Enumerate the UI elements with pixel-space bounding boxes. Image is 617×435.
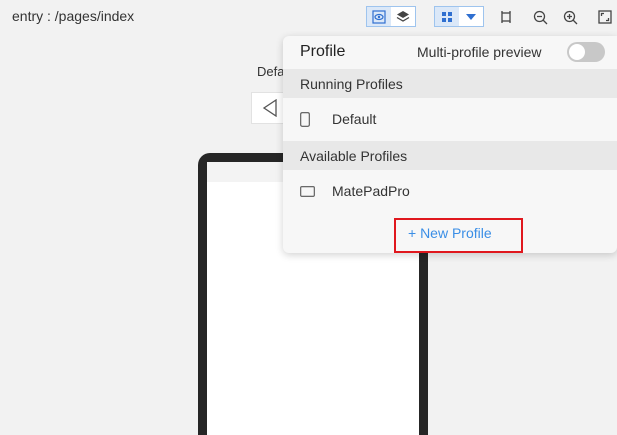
profile-item-default[interactable]: Default [283,98,617,141]
layers-icon[interactable] [391,7,415,26]
view-toggle-group [366,6,416,27]
profile-item-matepadpro[interactable]: MatePadPro [283,170,617,213]
multi-profile-label: Multi-profile preview [417,44,542,60]
phone-icon [300,112,310,127]
tablet-icon [300,186,315,197]
eye-preview-icon[interactable] [367,7,391,26]
popup-title: Profile [300,43,346,60]
back-triangle-icon [262,99,277,117]
multi-profile-toggle[interactable] [567,42,605,62]
profile-popup: Profile Multi-profile preview Running Pr… [283,36,617,253]
toggle-knob [569,44,585,60]
zoom-in-icon[interactable] [559,6,581,28]
profile-name: Default [332,111,377,127]
popup-header: Profile Multi-profile preview [283,36,617,69]
crop-frame-icon[interactable] [495,6,517,28]
toolbar: entry : /pages/index [0,0,617,33]
device-label: Defa [257,64,285,79]
page-path: entry : /pages/index [12,8,135,24]
profile-name: MatePadPro [332,183,410,199]
device-select-group[interactable] [434,6,484,27]
dropdown-arrow-icon[interactable] [459,7,483,26]
fit-screen-icon[interactable] [594,6,616,28]
zoom-out-icon[interactable] [529,6,551,28]
available-profiles-header: Available Profiles [283,141,617,170]
new-profile-button[interactable]: + New Profile [408,225,492,241]
grid-icon[interactable] [435,7,459,26]
running-profiles-header: Running Profiles [283,69,617,98]
